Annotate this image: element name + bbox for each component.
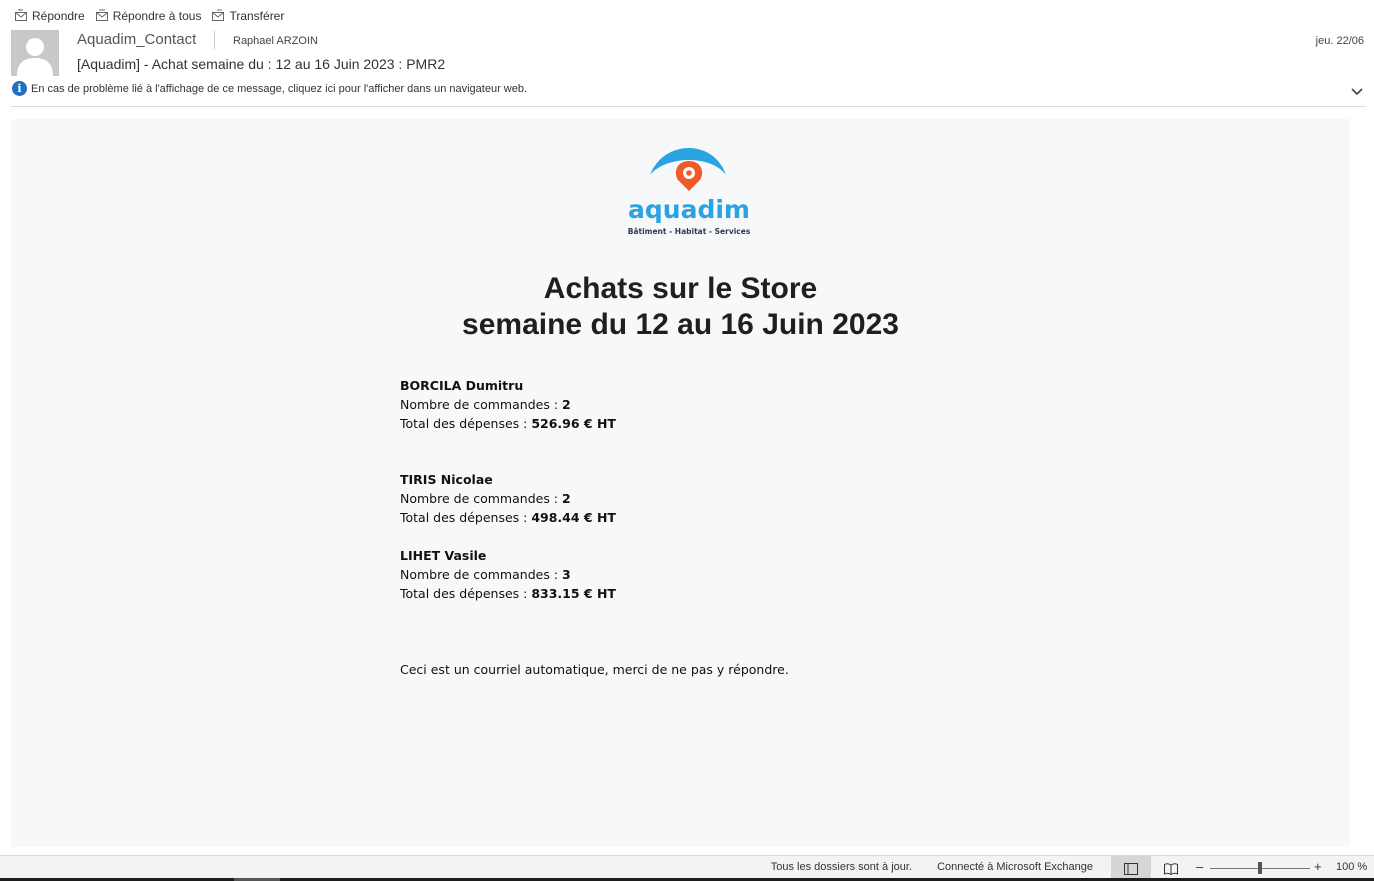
header-divider <box>214 31 215 49</box>
total-amount: 526.96 € HT <box>531 416 616 431</box>
info-bar-text: En cas de problème lié à l'affichage de … <box>31 82 528 95</box>
orders-label: Nombre de commandes : <box>400 491 562 506</box>
chevron-down-icon[interactable] <box>1350 86 1364 98</box>
normal-view-icon <box>1124 862 1138 875</box>
total-label: Total des dépenses : <box>400 586 532 601</box>
orders-count: 2 <box>562 397 571 412</box>
total-line: Total des dépenses : 526.96 € HT <box>400 414 789 433</box>
reply-button[interactable]: Répondre <box>14 6 85 26</box>
purchase-entry: LIHET Vasile Nombre de commandes : 3 Tot… <box>400 546 789 603</box>
forward-icon <box>212 9 225 21</box>
reply-all-icon <box>95 9 108 21</box>
purchase-entry: TIRIS Nicolae Nombre de commandes : 2 To… <box>400 470 789 527</box>
svg-text:aquadim: aquadim <box>628 195 750 224</box>
info-icon: i <box>12 81 27 96</box>
reply-icon <box>15 9 27 21</box>
message-subject: [Aquadim] - Achat semaine du : 12 au 16 … <box>77 56 446 72</box>
orders-count: 2 <box>562 491 571 506</box>
title-line-1: Achats sur le Store <box>543 272 818 305</box>
total-line: Total des dépenses : 498.44 € HT <box>400 508 789 527</box>
title-line-2: semaine du 12 au 16 Juin 2023 <box>462 308 899 341</box>
person-icon <box>17 38 53 76</box>
reply-label: Répondre <box>32 9 85 23</box>
book-icon <box>1164 862 1178 875</box>
sender-avatar[interactable] <box>11 30 59 76</box>
orders-line: Nombre de commandes : 2 <box>400 395 789 414</box>
folders-status: Tous les dossiers sont à jour. <box>770 861 912 873</box>
auto-message-footer: Ceci est un courriel automatique, merci … <box>400 662 789 677</box>
message-date: jeu. 22/06 <box>1315 35 1364 47</box>
total-amount: 498.44 € HT <box>531 510 616 525</box>
orders-label: Nombre de commandes : <box>400 567 562 582</box>
total-amount: 833.15 € HT <box>531 586 616 601</box>
purchase-entry: BORCILA Dumitru Nombre de commandes : 2 … <box>400 376 789 433</box>
total-label: Total des dépenses : <box>400 510 532 525</box>
buyer-name: TIRIS Nicolae <box>400 472 493 487</box>
forward-button[interactable]: Transférer <box>211 6 284 26</box>
total-line: Total des dépenses : 833.15 € HT <box>400 584 789 603</box>
buyer-name: BORCILA Dumitru <box>400 378 524 393</box>
zoom-in-button[interactable]: + <box>1314 859 1322 874</box>
recipient-name[interactable]: Raphael ARZOIN <box>233 35 318 47</box>
email-body: aquadim Bâtiment - Habitat - Services Ac… <box>11 119 1350 847</box>
aquadim-logo: aquadim Bâtiment - Habitat - Services <box>628 148 750 236</box>
svg-text:Bâtiment - Habitat - Services: Bâtiment - Habitat - Services <box>628 227 750 236</box>
zoom-slider-thumb[interactable] <box>1258 862 1262 874</box>
buyer-name: LIHET Vasile <box>400 548 487 563</box>
purchases-list: BORCILA Dumitru Nombre de commandes : 2 … <box>400 376 789 679</box>
connection-status: Connecté à Microsoft Exchange <box>937 861 1093 873</box>
sender-name[interactable]: Aquadim_Contact <box>77 31 196 48</box>
orders-line: Nombre de commandes : 2 <box>400 489 789 508</box>
forward-label: Transférer <box>229 9 285 23</box>
zoom-level[interactable]: 100 % <box>1336 861 1367 873</box>
total-label: Total des dépenses : <box>400 416 532 431</box>
info-bar[interactable]: i En cas de problème lié à l'affichage d… <box>12 81 527 96</box>
page-title: Achats sur le Store semaine du 12 au 16 … <box>11 271 1350 343</box>
reply-all-label: Répondre à tous <box>112 9 202 23</box>
orders-label: Nombre de commandes : <box>400 397 562 412</box>
zoom-out-button[interactable]: – <box>1196 859 1203 874</box>
reading-toolbar: Répondre Répondre à tous Transférer <box>14 6 284 26</box>
orders-count: 3 <box>562 567 571 582</box>
header-separator <box>11 106 1366 107</box>
orders-line: Nombre de commandes : 3 <box>400 565 789 584</box>
reply-all-button[interactable]: Répondre à tous <box>95 6 202 26</box>
